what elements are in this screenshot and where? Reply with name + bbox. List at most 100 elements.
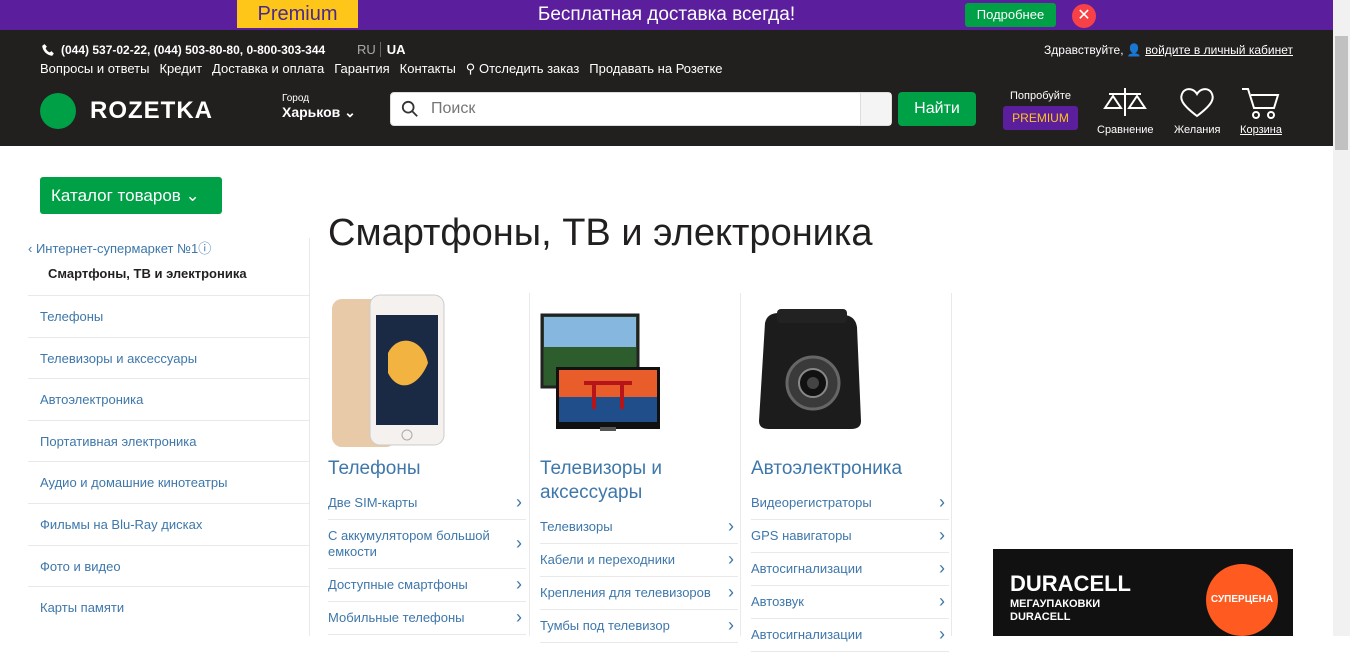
nav-delivery[interactable]: Доставка и оплата <box>212 61 324 77</box>
breadcrumb-parent: Интернет-супермаркет №1 <box>35 241 199 256</box>
scales-icon <box>1103 88 1148 116</box>
premium-try-text: Попробуйте <box>1010 90 1071 102</box>
greeting: Здравствуйте, 👤 войдите в личный кабинет <box>1044 43 1293 57</box>
chevron-down-icon: ⌄ <box>344 104 356 120</box>
info-icon: ⓘ <box>198 241 212 256</box>
column-divider <box>529 293 530 636</box>
column-divider <box>740 293 741 636</box>
premium-button[interactable]: PREMIUM <box>1003 106 1078 130</box>
ad-line1: МЕГАУПАКОВКИ <box>1010 598 1101 610</box>
subcategory-link[interactable]: Доступные смартфоны <box>328 569 526 602</box>
heart-icon <box>1180 88 1214 118</box>
subcategory-link[interactable]: С аккумулятором большой емкости <box>328 520 526 569</box>
nav-credit[interactable]: Кредит <box>159 61 202 77</box>
logo-smile-icon <box>40 93 76 129</box>
catalog-button[interactable]: Каталог товаров ⌄ <box>40 177 222 214</box>
category-sidebar: Телефоны Телевизоры и аксессуары Автоэле… <box>28 295 310 628</box>
category-column-auto: Автоэлектроника Видеорегистраторы GPS на… <box>751 293 949 652</box>
chevron-down-icon: ⌄ <box>185 186 200 205</box>
chevron-left-icon: ‹ <box>28 241 36 256</box>
subcategory-link[interactable]: GPS навигаторы <box>751 520 949 553</box>
category-title-auto[interactable]: Автоэлектроника <box>751 457 949 481</box>
top-nav: Вопросы и ответы Кредит Доставка и оплат… <box>40 61 723 77</box>
city-value: Харьков <box>282 104 341 120</box>
logo[interactable]: ROZETKA <box>40 93 213 129</box>
login-link[interactable]: войдите в личный кабинет <box>1145 43 1293 57</box>
sidebar-item-memory[interactable]: Карты памяти <box>28 586 310 628</box>
nav-track-label: Отследить заказ <box>478 61 580 76</box>
nav-contacts[interactable]: Контакты <box>400 61 456 77</box>
page-title: Смартфоны, ТВ и электроника <box>328 212 873 254</box>
wishlist-button[interactable]: Желания <box>1174 86 1221 136</box>
nav-track[interactable]: ⚲ Отследить заказ <box>466 61 580 77</box>
city-selector[interactable]: Город Харьков ⌄ <box>282 93 356 121</box>
cart-button[interactable]: Корзина <box>1240 86 1282 136</box>
microphone-icon[interactable] <box>860 93 891 125</box>
subcategory-link[interactable]: Видеорегистраторы <box>751 487 949 520</box>
dashcam-image[interactable] <box>751 293 949 453</box>
subcategory-link[interactable]: Мобильные телефоны <box>328 602 526 635</box>
subcategory-link[interactable]: Кабели и переходники <box>540 544 738 577</box>
compare-label: Сравнение <box>1097 124 1154 136</box>
sidebar-item-audio[interactable]: Аудио и домашние кинотеатры <box>28 461 310 503</box>
logo-text: ROZETKA <box>90 97 213 124</box>
subcategory-link[interactable]: Крепления для телевизоров <box>540 577 738 610</box>
scrollbar-thumb[interactable] <box>1335 36 1348 150</box>
sidebar-divider <box>309 238 310 636</box>
ad-banner[interactable]: DURACELL МЕГАУПАКОВКИ DURACELL СУПЕРЦЕНА <box>993 549 1293 636</box>
close-icon[interactable]: ✕ <box>1072 4 1096 28</box>
user-icon: 👤 <box>1126 43 1142 57</box>
promo-details-button[interactable]: Подробнее <box>965 3 1056 27</box>
header: (044) 537-02-22, (044) 503-80-80, 0-800-… <box>0 30 1333 146</box>
search-input[interactable] <box>431 93 851 125</box>
sidebar-item-tv[interactable]: Телевизоры и аксессуары <box>28 336 310 379</box>
sidebar-item-bluray[interactable]: Фильмы на Blu-Ray дисках <box>28 502 310 545</box>
catalog-label: Каталог товаров <box>51 186 181 205</box>
tv-image[interactable] <box>540 293 738 453</box>
sidebar-item-photo[interactable]: Фото и видео <box>28 544 310 587</box>
search-box <box>390 92 892 126</box>
language-switch: RU UA <box>357 42 406 57</box>
city-label: Город <box>282 93 310 104</box>
ad-badge: СУПЕРЦЕНА <box>1206 564 1278 636</box>
wishlist-label: Желания <box>1174 124 1221 136</box>
sidebar-item-auto[interactable]: Автоэлектроника <box>28 378 310 420</box>
compare-button[interactable]: Сравнение <box>1097 86 1154 136</box>
cart-icon <box>1242 88 1280 119</box>
subcategory-link[interactable]: Автосигнализации <box>751 553 949 586</box>
phone-icon <box>42 44 54 56</box>
phone-image[interactable] <box>328 293 526 453</box>
breadcrumb[interactable]: ‹ Интернет-супермаркет №1ⓘ <box>28 238 211 257</box>
lang-ru[interactable]: RU <box>357 42 376 57</box>
sidebar-item-phones[interactable]: Телефоны <box>28 295 310 337</box>
search-icon <box>401 100 418 117</box>
breadcrumb-current: Смартфоны, ТВ и электроника <box>48 266 247 281</box>
subcategory-link[interactable]: Телевизоры <box>540 511 738 544</box>
ad-subtitle: МЕГАУПАКОВКИ DURACELL <box>1010 598 1100 624</box>
lang-ua[interactable]: UA <box>379 42 406 57</box>
subcategory-link[interactable]: Автозвук <box>751 586 949 619</box>
nav-sell[interactable]: Продавать на Розетке <box>589 61 722 77</box>
category-column-tv: Телевизоры и аксессуары Телевизоры Кабел… <box>540 293 738 643</box>
promo-bar: Бесплатная доставка всегда! Premium Подр… <box>0 0 1333 30</box>
premium-badge[interactable]: Premium <box>237 0 358 28</box>
promo-text: Бесплатная доставка всегда! <box>537 4 796 25</box>
location-pin-icon: ⚲ <box>465 61 476 76</box>
column-divider <box>951 293 952 636</box>
phone-numbers[interactable]: (044) 537-02-22, (044) 503-80-80, 0-800-… <box>61 43 325 57</box>
nav-warranty[interactable]: Гарантия <box>334 61 389 77</box>
sidebar-item-portable[interactable]: Портативная электроника <box>28 419 310 462</box>
category-column-phones: Телефоны Две SIM-карты С аккумулятором б… <box>328 293 526 635</box>
search-button[interactable]: Найти <box>898 92 976 126</box>
cart-label: Корзина <box>1240 124 1282 136</box>
category-title-phones[interactable]: Телефоны <box>328 457 526 481</box>
category-title-tv[interactable]: Телевизоры и аксессуары <box>540 457 738 505</box>
ad-line2: DURACELL <box>1010 611 1071 623</box>
greeting-text: Здравствуйте, <box>1044 43 1124 57</box>
subcategory-link[interactable]: Тумбы под телевизор <box>540 610 738 643</box>
premium-promo: Попробуйте PREMIUM <box>1003 90 1078 130</box>
nav-faq[interactable]: Вопросы и ответы <box>40 61 149 77</box>
phones: (044) 537-02-22, (044) 503-80-80, 0-800-… <box>41 43 325 57</box>
subcategory-link[interactable]: Две SIM-карты <box>328 487 526 520</box>
ad-brand: DURACELL <box>1010 571 1131 596</box>
